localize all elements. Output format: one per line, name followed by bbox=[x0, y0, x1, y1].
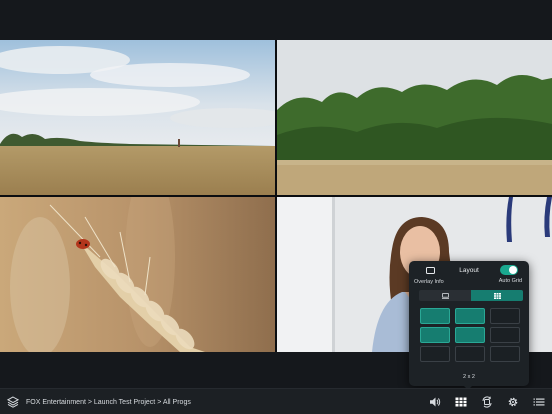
video-tile-wheat-field[interactable] bbox=[0, 40, 275, 195]
layout-cell[interactable] bbox=[455, 308, 485, 324]
layout-cell[interactable] bbox=[455, 346, 485, 362]
wheat-field-image bbox=[0, 40, 275, 195]
layout-cell[interactable] bbox=[490, 308, 520, 324]
breadcrumb[interactable]: FOX Entertainment > Launch Test Project … bbox=[26, 399, 191, 406]
layout-cell[interactable] bbox=[420, 346, 450, 362]
layout-size-label: 2 x 2 bbox=[463, 374, 475, 380]
layout-cell[interactable] bbox=[420, 327, 450, 343]
layout-size-picker bbox=[420, 308, 520, 362]
auto-grid-toggle[interactable] bbox=[500, 265, 518, 275]
grid-icon bbox=[493, 292, 501, 299]
layout-popover: Overlay Info Layout Auto Grid 2 x 2 bbox=[409, 261, 529, 386]
layers-icon[interactable] bbox=[6, 395, 20, 409]
top-bar bbox=[0, 0, 552, 40]
single-screen-mode-button[interactable] bbox=[419, 290, 471, 301]
auto-grid-control[interactable]: Auto Grid bbox=[496, 265, 522, 284]
layout-cell[interactable] bbox=[420, 308, 450, 324]
wheat-ear-image bbox=[0, 197, 275, 352]
layout-mode-selector bbox=[419, 290, 523, 301]
toggle-knob bbox=[509, 266, 517, 274]
layout-cell[interactable] bbox=[490, 346, 520, 362]
overlay-info-label: Overlay Info bbox=[414, 279, 444, 285]
layout-cell[interactable] bbox=[455, 327, 485, 343]
video-tile-wheat-ear[interactable] bbox=[0, 197, 275, 352]
single-screen-icon bbox=[441, 292, 449, 299]
video-tile-trees-field[interactable] bbox=[277, 40, 552, 195]
rotate-icon[interactable] bbox=[480, 395, 494, 409]
volume-icon[interactable] bbox=[428, 395, 442, 409]
layout-cell[interactable] bbox=[490, 327, 520, 343]
trees-field-image bbox=[277, 40, 552, 195]
grid-icon[interactable] bbox=[454, 395, 468, 409]
menu-icon[interactable] bbox=[532, 395, 546, 409]
grid-mode-button[interactable] bbox=[471, 290, 523, 301]
settings-icon[interactable] bbox=[506, 395, 520, 409]
bottom-bar: FOX Entertainment > Launch Test Project … bbox=[0, 388, 552, 414]
auto-grid-label: Auto Grid bbox=[498, 278, 522, 284]
